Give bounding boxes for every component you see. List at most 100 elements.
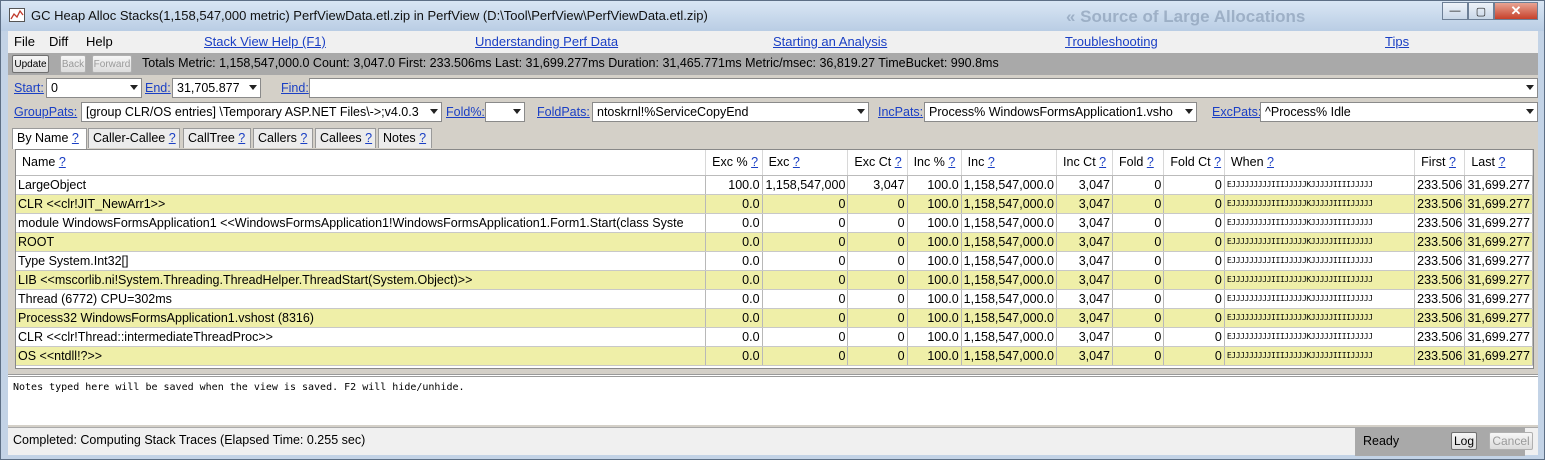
cell-name[interactable]: module WindowsFormsApplication1 <<Window… — [16, 213, 707, 233]
cell-when: EJJJJJJJJJIIIJJJJJKJJJJJIIIIJJJJJ — [1224, 194, 1416, 214]
cell-when: EJJJJJJJJJIIIJJJJJKJJJJJIIIIJJJJJ — [1224, 270, 1416, 290]
cell-name[interactable]: OS <<ntdll!?>> — [16, 346, 707, 366]
cell-exc-ct: 0 — [847, 289, 908, 309]
cell-last: 31,699.277 — [1464, 308, 1533, 328]
table-body: LargeObject 100.0 1,158,547,000 3,047 100.0 1… — [16, 175, 1533, 366]
back-button[interactable]: Back — [60, 55, 86, 73]
column-header-inc[interactable]: Inc ? — [961, 150, 1058, 176]
cell-when: EJJJJJJJJJIIIJJJJJKJJJJJIIIIJJJJJ — [1224, 175, 1416, 195]
cell-inc-pct: 100.0 — [907, 251, 962, 271]
link-understanding-perf-data[interactable]: Understanding Perf Data — [475, 34, 618, 49]
link-tips[interactable]: Tips — [1385, 34, 1409, 49]
maximize-button[interactable]: ▢ — [1468, 2, 1494, 20]
column-header-exc-ct[interactable]: Exc Ct ? — [847, 150, 908, 176]
log-button[interactable]: Log — [1451, 432, 1477, 450]
cell-name[interactable]: LargeObject — [16, 175, 707, 195]
table-row[interactable]: Type System.Int32[] 0.0 0 0 100.0 1,158,547,0… — [16, 251, 1533, 271]
cell-name[interactable]: Process32 WindowsFormsApplication1.vshos… — [16, 308, 707, 328]
cell-fold-ct: 0 — [1163, 346, 1225, 366]
link-starting-an-analysis[interactable]: Starting an Analysis — [773, 34, 887, 49]
cell-fold-ct: 0 — [1163, 308, 1225, 328]
column-header-exc-pct[interactable]: Exc % ? — [705, 150, 763, 176]
end-label[interactable]: End: — [145, 81, 171, 95]
fold-pct-combo[interactable] — [485, 102, 525, 122]
tab-calltree[interactable]: CallTree ? — [183, 128, 251, 148]
cell-inc-pct: 100.0 — [907, 232, 962, 252]
column-header-fold[interactable]: Fold ? — [1112, 150, 1165, 176]
menu-help[interactable]: Help — [86, 34, 113, 49]
by-name-grid[interactable]: Name ? Exc % ? Exc ? Exc Ct ? Inc % ? Inc ? In… — [15, 149, 1534, 369]
cell-name[interactable]: CLR <<clr!JIT_NewArr1>> — [16, 194, 707, 214]
cell-exc-pct: 0.0 — [705, 194, 763, 214]
excpats-label[interactable]: ExcPats: — [1212, 105, 1261, 119]
cell-first: 233.506 — [1414, 175, 1466, 195]
close-button[interactable]: ✕ — [1494, 2, 1538, 20]
table-row[interactable]: CLR <<clr!Thread::intermediateThreadProc… — [16, 327, 1533, 347]
incpats-label[interactable]: IncPats: — [878, 105, 923, 119]
incpats-combo[interactable]: Process% WindowsFormsApplication1.vsho — [924, 102, 1197, 122]
start-combo[interactable]: 0 — [46, 78, 142, 98]
menu-file[interactable]: File — [14, 34, 35, 49]
column-header-last[interactable]: Last ? — [1464, 150, 1533, 176]
table-row[interactable]: module WindowsFormsApplication1 <<Window… — [16, 213, 1533, 233]
column-header-inc-ct[interactable]: Inc Ct ? — [1056, 150, 1113, 176]
foldpats-combo[interactable]: ntoskrnl!%ServiceCopyEnd — [592, 102, 869, 122]
menu-bar: File Diff Help Stack View Help (F1) Unde… — [8, 31, 1538, 53]
table-row[interactable]: Thread (6772) CPU=302ms 0.0 0 0 100.0 1,158,5… — [16, 289, 1533, 309]
fold-pct-label[interactable]: Fold%: — [446, 105, 485, 119]
cancel-button[interactable]: Cancel — [1489, 432, 1533, 450]
grouppats-combo[interactable]: [group CLR/OS entries] \Temporary ASP.NE… — [81, 102, 442, 122]
cell-name[interactable]: LIB <<mscorlib.ni!System.Threading.Threa… — [16, 270, 707, 290]
end-combo[interactable]: 31,705.877 — [172, 78, 261, 98]
cell-exc-pct: 0.0 — [705, 270, 763, 290]
tab-caller-callee[interactable]: Caller-Callee ? — [88, 128, 180, 148]
find-label[interactable]: Find: — [281, 81, 309, 95]
tab-callers[interactable]: Callers ? — [253, 128, 313, 148]
cell-inc-ct: 3,047 — [1056, 213, 1113, 233]
table-row[interactable]: LIB <<mscorlib.ni!System.Threading.Threa… — [16, 270, 1533, 290]
cell-name[interactable]: Thread (6772) CPU=302ms — [16, 289, 707, 309]
notes-pane[interactable]: Notes typed here will be saved when the … — [8, 374, 1538, 425]
tab-callees[interactable]: Callees ? — [315, 128, 376, 148]
column-header-when[interactable]: When ? — [1224, 150, 1416, 176]
forward-button[interactable]: Forward — [92, 55, 132, 73]
update-button[interactable]: Update — [12, 55, 49, 73]
table-row[interactable]: LargeObject 100.0 1,158,547,000 3,047 100.0 1… — [16, 175, 1533, 195]
cell-inc-ct: 3,047 — [1056, 194, 1113, 214]
start-label[interactable]: Start: — [14, 81, 44, 95]
excpats-combo[interactable]: ^Process% Idle — [1260, 102, 1538, 122]
table-row[interactable]: ROOT 0.0 0 0 100.0 1,158,547,000.0 3,047 0 0 EJJJ… — [16, 232, 1533, 252]
table-row[interactable]: Process32 WindowsFormsApplication1.vshos… — [16, 308, 1533, 328]
link-stack-view-help[interactable]: Stack View Help (F1) — [204, 34, 326, 49]
cell-exc-pct: 0.0 — [705, 232, 763, 252]
cell-inc-pct: 100.0 — [907, 289, 962, 309]
cell-name[interactable]: Type System.Int32[] — [16, 251, 707, 271]
cell-inc: 1,158,547,000.0 — [961, 270, 1058, 290]
cell-first: 233.506 — [1414, 289, 1466, 309]
table-row[interactable]: OS <<ntdll!?>> 0.0 0 0 100.0 1,158,547,000.0 3… — [16, 346, 1533, 366]
cell-last: 31,699.277 — [1464, 270, 1533, 290]
column-header-exc[interactable]: Exc ? — [762, 150, 849, 176]
column-header-first[interactable]: First ? — [1414, 150, 1466, 176]
cell-name[interactable]: ROOT — [16, 232, 707, 252]
find-combo[interactable] — [309, 78, 1538, 98]
status-state: Ready — [1363, 434, 1400, 448]
minimize-button[interactable]: — — [1442, 2, 1468, 20]
cell-exc-pct: 0.0 — [705, 346, 763, 366]
grouppats-label[interactable]: GroupPats: — [14, 105, 77, 119]
link-troubleshooting[interactable]: Troubleshooting — [1065, 34, 1158, 49]
column-header-name[interactable]: Name ? — [16, 150, 707, 176]
tab-notes[interactable]: Notes ? — [378, 128, 432, 148]
tab-by-name[interactable]: By Name ? — [12, 128, 87, 149]
cell-first: 233.506 — [1414, 251, 1466, 271]
column-header-fold-ct[interactable]: Fold Ct ? — [1163, 150, 1225, 176]
cell-exc-ct: 0 — [847, 194, 908, 214]
column-header-inc-pct[interactable]: Inc % ? — [907, 150, 962, 176]
table-row[interactable]: CLR <<clr!JIT_NewArr1>> 0.0 0 0 100.0 1,158,5… — [16, 194, 1533, 214]
cell-inc-pct: 100.0 — [907, 194, 962, 214]
cell-name[interactable]: CLR <<clr!Thread::intermediateThreadProc… — [16, 327, 707, 347]
foldpats-label[interactable]: FoldPats: — [537, 105, 590, 119]
cell-fold-ct: 0 — [1163, 289, 1225, 309]
menu-diff[interactable]: Diff — [49, 34, 68, 49]
notes-text: Notes typed here will be saved when the … — [13, 382, 465, 393]
